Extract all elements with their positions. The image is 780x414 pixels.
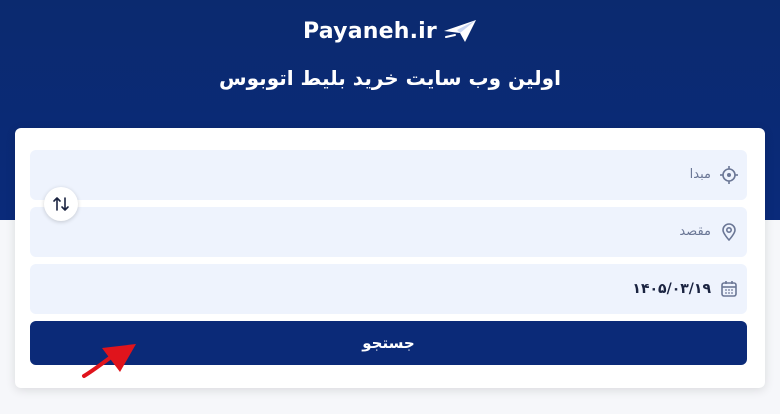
date-value: ۱۴۰۵/۰۳/۱۹ (632, 281, 711, 297)
date-field[interactable]: ۱۴۰۵/۰۳/۱۹ (30, 264, 747, 314)
swap-button[interactable] (44, 187, 78, 221)
brand-name: Payaneh.ir (303, 18, 437, 44)
destination-placeholder: مقصد (679, 224, 711, 239)
crosshair-icon (720, 166, 738, 184)
search-button-label: جستجو (362, 334, 415, 352)
origin-field[interactable]: مبدا (30, 150, 747, 200)
brand-logo[interactable]: Payaneh.ir (0, 18, 780, 44)
location-pin-icon (722, 223, 736, 242)
page-tagline: اولین وب سایت خرید بلیط اتوبوس (219, 66, 561, 90)
swap-arrows-icon (53, 197, 69, 211)
calendar-icon (721, 281, 737, 297)
paper-plane-logo-icon (443, 20, 476, 42)
destination-field[interactable]: مقصد (30, 207, 747, 257)
red-arrow-icon (82, 344, 136, 378)
origin-placeholder: مبدا (689, 167, 711, 182)
